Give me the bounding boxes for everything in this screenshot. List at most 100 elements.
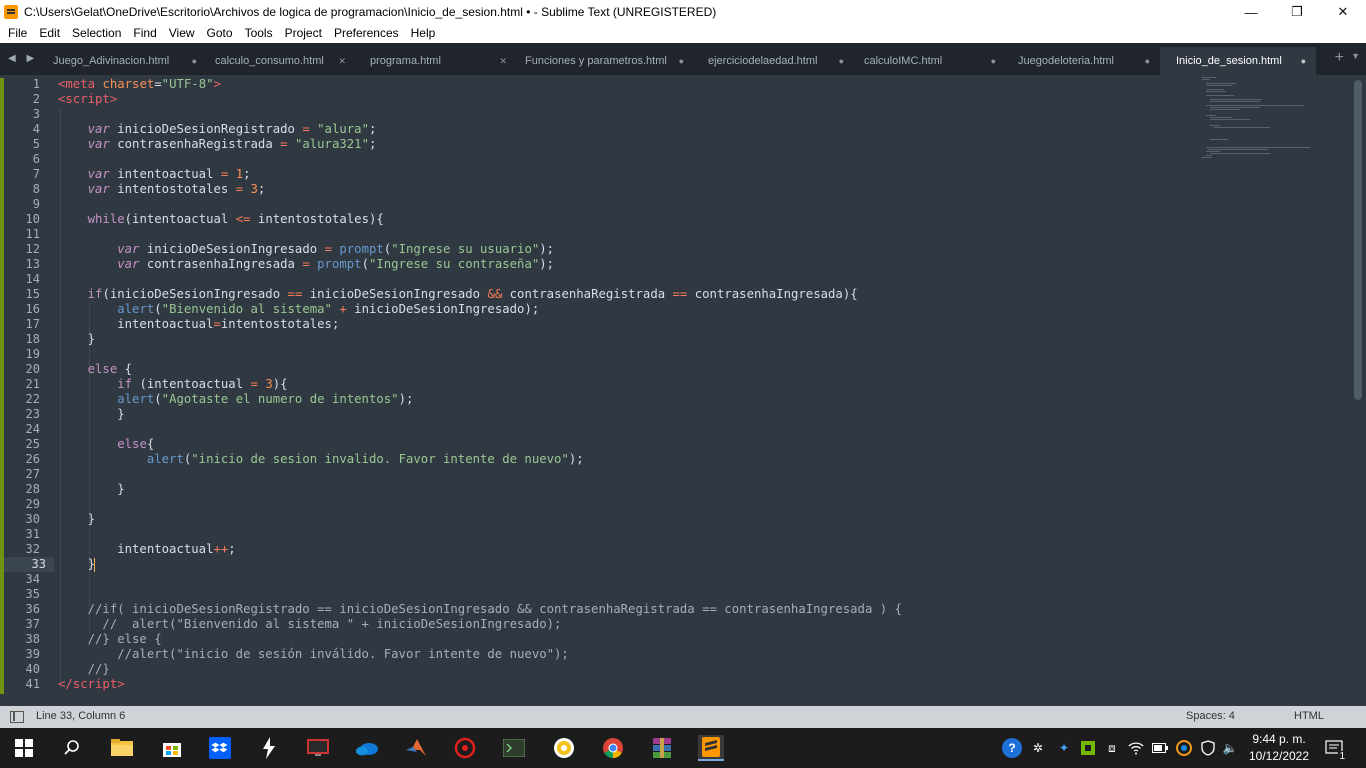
tab-juegodeloteria[interactable]: Juegodeloteria.html ● — [1002, 47, 1160, 75]
network-app-icon[interactable]: ✲ — [1030, 740, 1046, 756]
sublime-text-icon — [4, 5, 18, 19]
code-line: else { — [87, 362, 133, 376]
tab-list-chevron-icon[interactable]: ▼ — [1351, 51, 1360, 61]
menu-tools[interactable]: Tools — [239, 24, 279, 43]
code-line: alert("inicio de sesion invalido. Favor … — [146, 452, 584, 466]
terminal-icon[interactable] — [502, 736, 526, 760]
vertical-scrollbar[interactable] — [1354, 80, 1362, 400]
unsaved-dot-icon[interactable]: ● — [679, 47, 684, 75]
tab-juego-adivinacion[interactable]: Juego_Adivinacion.html ● — [37, 47, 207, 75]
window-title: C:\Users\Gelat\OneDrive\Escritorio\Archi… — [24, 5, 717, 19]
editor-area[interactable]: 1 2 3 4 5 6 7 8 9 10 11 12 13 14 15 16 1… — [0, 75, 1366, 706]
antivirus-icon[interactable] — [453, 736, 477, 760]
notification-count: 1 — [1338, 751, 1346, 762]
new-tab-plus-icon[interactable]: + — [1335, 49, 1344, 67]
close-button[interactable]: ✕ — [1320, 0, 1366, 24]
notifications-icon[interactable]: 1 — [1324, 738, 1346, 762]
line-number: 23 — [25, 407, 40, 421]
code-line: } — [58, 512, 96, 526]
taskbar: ? ✲ ✦ ⧈ 🔈 9:44 p. m. 10/12/2022 1 — [0, 728, 1366, 768]
unsaved-dot-icon[interactable]: ● — [192, 47, 197, 75]
close-tab-icon[interactable]: ✕ — [338, 47, 346, 75]
taskbar-clock[interactable]: 9:44 p. m. 10/12/2022 — [1244, 731, 1314, 765]
file-explorer-icon[interactable] — [110, 736, 134, 760]
line-number: 22 — [25, 392, 40, 406]
dropbox-icon[interactable] — [208, 736, 232, 760]
windows-start-icon[interactable] — [12, 736, 36, 760]
line-number: 39 — [25, 647, 40, 661]
code-line: <script> — [58, 92, 118, 106]
menu-preferences[interactable]: Preferences — [328, 24, 405, 43]
tab-inicio-de-sesion[interactable]: Inicio_de_sesion.html ● — [1160, 47, 1316, 75]
minimap[interactable] — [1196, 75, 1346, 175]
maximize-button[interactable]: ❐ — [1274, 0, 1320, 24]
code-line: </script> — [58, 677, 125, 691]
winrar-icon[interactable] — [650, 736, 674, 760]
shield-icon[interactable] — [1200, 740, 1216, 756]
line-number: 32 — [25, 542, 40, 556]
tab-nav-arrows-icon[interactable]: ◀ ▶ — [8, 53, 38, 64]
unsaved-dot-icon[interactable]: ● — [1145, 47, 1150, 75]
help-icon[interactable]: ? — [1002, 738, 1022, 758]
volume-icon[interactable]: 🔈 — [1222, 740, 1238, 756]
code-line: //} — [58, 662, 110, 676]
search-icon[interactable] — [60, 736, 84, 760]
menu-view[interactable]: View — [163, 24, 201, 43]
code-text[interactable]: <meta charset="UTF-8"> <script> var inic… — [58, 77, 1198, 692]
line-number: 5 — [32, 137, 40, 151]
battery-icon[interactable] — [1152, 740, 1168, 756]
menu-goto[interactable]: Goto — [201, 24, 239, 43]
line-number: 24 — [25, 422, 40, 436]
code-line: //alert("inicio de sesión inválido. Favo… — [58, 647, 569, 661]
chrome-icon[interactable] — [601, 736, 625, 760]
tab-calculo-imc[interactable]: calculoIMC.html ● — [848, 47, 1006, 75]
code-line: //} else { — [58, 632, 162, 646]
onedrive-icon[interactable] — [355, 736, 379, 760]
tab-funciones-parametros[interactable]: Funciones y parametros.html ● — [509, 47, 694, 75]
vpn-icon[interactable] — [1176, 740, 1192, 756]
panel-toggle-icon[interactable] — [10, 711, 24, 723]
close-tab-icon[interactable]: ✕ — [499, 47, 507, 75]
line-number: 38 — [25, 632, 40, 646]
menu-help[interactable]: Help — [405, 24, 442, 43]
tab-ejerciciodelaedad[interactable]: ejerciciodelaedad.html ● — [692, 47, 854, 75]
line-number: 35 — [25, 587, 40, 601]
code-line: if(inicioDeSesionIngresado == inicioDeSe… — [87, 287, 858, 301]
tab-label: calculo_consumo.html — [215, 55, 324, 67]
store-icon[interactable] — [160, 736, 184, 760]
matlab-icon[interactable] — [404, 736, 428, 760]
code-line: } — [58, 557, 96, 572]
line-number: 41 — [25, 677, 40, 691]
unknown-app-icon[interactable] — [257, 736, 281, 760]
nvidia-icon[interactable] — [1080, 740, 1096, 756]
wifi-icon[interactable] — [1128, 740, 1144, 756]
camera-icon[interactable]: ⧈ — [1104, 740, 1120, 756]
tab-label: Juego_Adivinacion.html — [53, 55, 170, 67]
sublime-text-taskbar-icon[interactable] — [698, 735, 724, 761]
line-number: 14 — [25, 272, 40, 286]
code-line: intentoactual=intentostotales; — [58, 317, 340, 331]
menu-project[interactable]: Project — [279, 24, 328, 43]
menu-selection[interactable]: Selection — [66, 24, 127, 43]
text-cursor — [94, 557, 96, 572]
line-number: 19 — [25, 347, 40, 361]
unsaved-dot-icon[interactable]: ● — [1301, 47, 1306, 75]
line-number: 30 — [25, 512, 40, 526]
minimize-button[interactable]: — — [1228, 0, 1274, 24]
unsaved-dot-icon[interactable]: ● — [839, 47, 844, 75]
code-line: else{ — [117, 437, 155, 451]
syntax-selector[interactable]: HTML — [1294, 710, 1324, 722]
tab-calculo-consumo[interactable]: calculo_consumo.html ✕ — [199, 47, 356, 75]
unsaved-dot-icon[interactable]: ● — [991, 47, 996, 75]
menu-edit[interactable]: Edit — [33, 24, 66, 43]
monitor-app-icon[interactable] — [306, 736, 330, 760]
browser-app-icon[interactable] — [552, 736, 576, 760]
menu-file[interactable]: File — [2, 24, 33, 43]
tab-label: ejerciciodelaedad.html — [708, 55, 818, 67]
bluetooth-icon[interactable]: ✦ — [1056, 740, 1072, 756]
tab-programa[interactable]: programa.html ✕ — [354, 47, 517, 75]
menu-find[interactable]: Find — [127, 24, 162, 43]
code-line: alert("Bienvenido al sistema" + inicioDe… — [117, 302, 540, 316]
indentation-setting[interactable]: Spaces: 4 — [1186, 710, 1235, 722]
